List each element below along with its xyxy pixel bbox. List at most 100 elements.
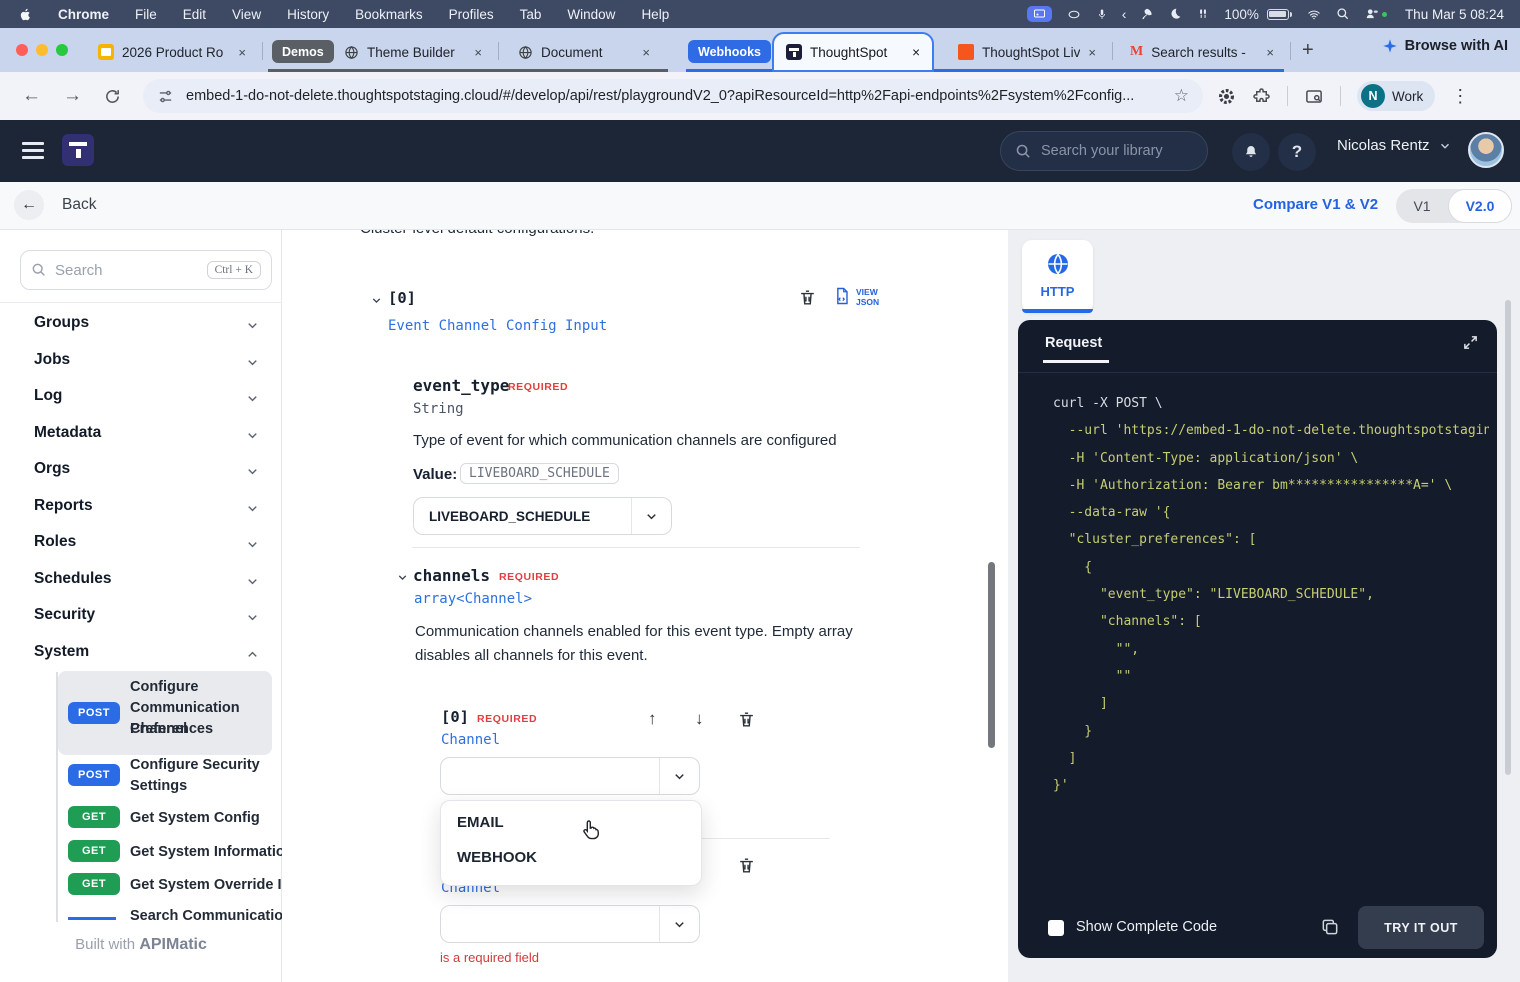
- wifi-icon[interactable]: [1306, 8, 1322, 21]
- menu-help[interactable]: Help: [641, 7, 669, 22]
- menu-view[interactable]: View: [232, 7, 261, 22]
- browse-with-ai-button[interactable]: Browse with AI: [1382, 38, 1508, 54]
- sidebar-item-reports[interactable]: Reports: [0, 493, 282, 523]
- sidebar-item-system[interactable]: System: [0, 639, 282, 669]
- option-email[interactable]: EMAIL: [441, 805, 701, 840]
- version-toggle[interactable]: V1 V2.0: [1396, 189, 1512, 223]
- sidebar-item-metadata[interactable]: Metadata: [0, 420, 282, 450]
- sidebar-item-security[interactable]: Security: [0, 602, 282, 632]
- tab-search-results[interactable]: M Search results - ×: [1120, 35, 1284, 69]
- collapse-chevron-icon[interactable]: [396, 571, 409, 584]
- extensions-puzzle-icon[interactable]: [1252, 87, 1271, 106]
- screen-mirroring-icon[interactable]: [1026, 6, 1052, 22]
- microphone-icon[interactable]: [1096, 7, 1108, 22]
- back-icon[interactable]: ←: [22, 85, 41, 107]
- spotlight-search-icon[interactable]: [1336, 7, 1350, 21]
- close-tab-icon[interactable]: ×: [238, 45, 246, 60]
- chevron-down-icon[interactable]: [659, 906, 699, 942]
- menu-window[interactable]: Window: [567, 7, 615, 22]
- channel-0-select[interactable]: [440, 757, 700, 795]
- delete-item-button[interactable]: [798, 288, 817, 307]
- toggle-v2-selected[interactable]: V2.0: [1448, 189, 1512, 223]
- url-text[interactable]: embed-1-do-not-delete.thoughtspotstaging…: [186, 88, 1174, 104]
- help-button[interactable]: ?: [1278, 133, 1316, 171]
- chrome-profile-button[interactable]: N Work: [1357, 81, 1436, 111]
- user-menu[interactable]: Nicolas Rentz: [1337, 137, 1452, 154]
- tab-2026-product[interactable]: 2026 Product Ro ×: [88, 35, 256, 69]
- sidebar-search-input[interactable]: [55, 261, 175, 279]
- copy-code-button[interactable]: [1320, 917, 1340, 937]
- option-webhook[interactable]: WEBHOOK: [441, 840, 701, 875]
- hamburger-menu-icon[interactable]: [22, 142, 44, 159]
- try-it-out-button[interactable]: TRY IT OUT: [1358, 906, 1484, 949]
- tab-thoughtspot-live[interactable]: ThoughtSpot Liv ×: [948, 35, 1106, 69]
- show-complete-code-checkbox[interactable]: [1048, 920, 1064, 936]
- menu-history[interactable]: History: [287, 7, 329, 22]
- close-tab-icon[interactable]: ×: [1088, 45, 1096, 60]
- delete-item-button[interactable]: [737, 856, 756, 875]
- new-tab-button[interactable]: +: [1302, 39, 1314, 62]
- forward-icon[interactable]: →: [63, 85, 82, 107]
- close-tab-icon[interactable]: ×: [912, 45, 920, 60]
- back-button[interactable]: ←: [14, 190, 44, 220]
- sidebar-item-jobs[interactable]: Jobs: [0, 347, 282, 377]
- library-search[interactable]: [1000, 131, 1208, 171]
- notifications-bell-button[interactable]: [1232, 133, 1270, 171]
- kebab-menu-icon[interactable]: ⋮: [1451, 86, 1469, 107]
- expand-panel-icon[interactable]: [1462, 334, 1479, 351]
- menu-profiles[interactable]: Profiles: [449, 7, 494, 22]
- stage-manager-icon[interactable]: [1066, 8, 1082, 21]
- request-tab[interactable]: Request: [1045, 335, 1102, 351]
- address-bar[interactable]: embed-1-do-not-delete.thoughtspotstaging…: [143, 79, 1203, 113]
- curl-code-block[interactable]: curl -X POST \ --url 'https://embed-1-do…: [1053, 390, 1489, 810]
- do-not-disturb-moon-icon[interactable]: [1168, 7, 1182, 21]
- menu-chrome[interactable]: Chrome: [58, 7, 109, 22]
- menu-bookmarks[interactable]: Bookmarks: [355, 7, 423, 22]
- menu-file[interactable]: File: [135, 7, 157, 22]
- type-link-event-channel-config[interactable]: Event Channel Config Input: [388, 318, 607, 334]
- site-settings-icon[interactable]: [157, 88, 174, 105]
- reload-icon[interactable]: [104, 88, 121, 105]
- http-tab-card[interactable]: HTTP: [1022, 240, 1093, 313]
- sidebar-item-roles[interactable]: Roles: [0, 529, 282, 559]
- tab-theme-builder[interactable]: Theme Builder ×: [334, 35, 492, 69]
- apple-logo-icon[interactable]: [18, 6, 34, 23]
- delete-item-button[interactable]: [737, 710, 756, 729]
- tab-group-demos[interactable]: Demos: [272, 40, 334, 63]
- event-type-select[interactable]: LIVEBOARD_SCHEDULE: [413, 497, 672, 535]
- chevron-down-icon[interactable]: [659, 758, 699, 794]
- minimize-window-button[interactable]: [36, 44, 48, 56]
- user-switch-icon[interactable]: [1364, 7, 1387, 21]
- main-scrollbar-thumb[interactable]: [988, 562, 995, 748]
- type-link-channel[interactable]: Channel: [441, 732, 500, 748]
- sidebar-item-orgs[interactable]: Orgs: [0, 456, 282, 486]
- sidebar-item-groups[interactable]: Groups: [0, 310, 282, 340]
- tab-group-webhooks[interactable]: Webhooks: [688, 40, 771, 63]
- right-panel-scrollbar-thumb[interactable]: [1505, 300, 1511, 775]
- maximize-window-button[interactable]: [56, 44, 68, 56]
- channel-1-select[interactable]: [440, 905, 700, 943]
- menu-tab[interactable]: Tab: [520, 7, 542, 22]
- sidebar-item-schedules[interactable]: Schedules: [0, 566, 282, 596]
- compare-v1-v2-link[interactable]: Compare V1 & V2: [1253, 196, 1378, 213]
- view-json-button[interactable]: VIEW JSON: [832, 285, 879, 307]
- move-up-button[interactable]: ↑: [648, 709, 657, 729]
- airpods-icon[interactable]: [1196, 7, 1210, 21]
- library-search-input[interactable]: [1041, 143, 1181, 159]
- close-tab-icon[interactable]: ×: [642, 45, 650, 60]
- tab-document[interactable]: Document ×: [508, 35, 660, 69]
- sidebar-search[interactable]: Ctrl + K: [20, 250, 272, 290]
- menu-edit[interactable]: Edit: [183, 7, 206, 22]
- tab-thoughtspot-active[interactable]: ThoughtSpot ×: [772, 32, 934, 72]
- type-link-array-channel[interactable]: array<Channel>: [414, 591, 532, 607]
- move-down-button[interactable]: ↓: [695, 709, 704, 729]
- thoughtspot-logo[interactable]: [62, 134, 94, 166]
- leaf-icon[interactable]: [1140, 7, 1154, 21]
- sidebar-item-log[interactable]: Log: [0, 383, 282, 413]
- chevron-down-icon[interactable]: [631, 498, 671, 534]
- extension-gear-icon[interactable]: [1217, 87, 1236, 106]
- collapse-chevron-icon[interactable]: [370, 294, 383, 307]
- close-tab-icon[interactable]: ×: [1266, 45, 1274, 60]
- bookmark-star-icon[interactable]: ☆: [1174, 86, 1189, 106]
- close-window-button[interactable]: [16, 44, 28, 56]
